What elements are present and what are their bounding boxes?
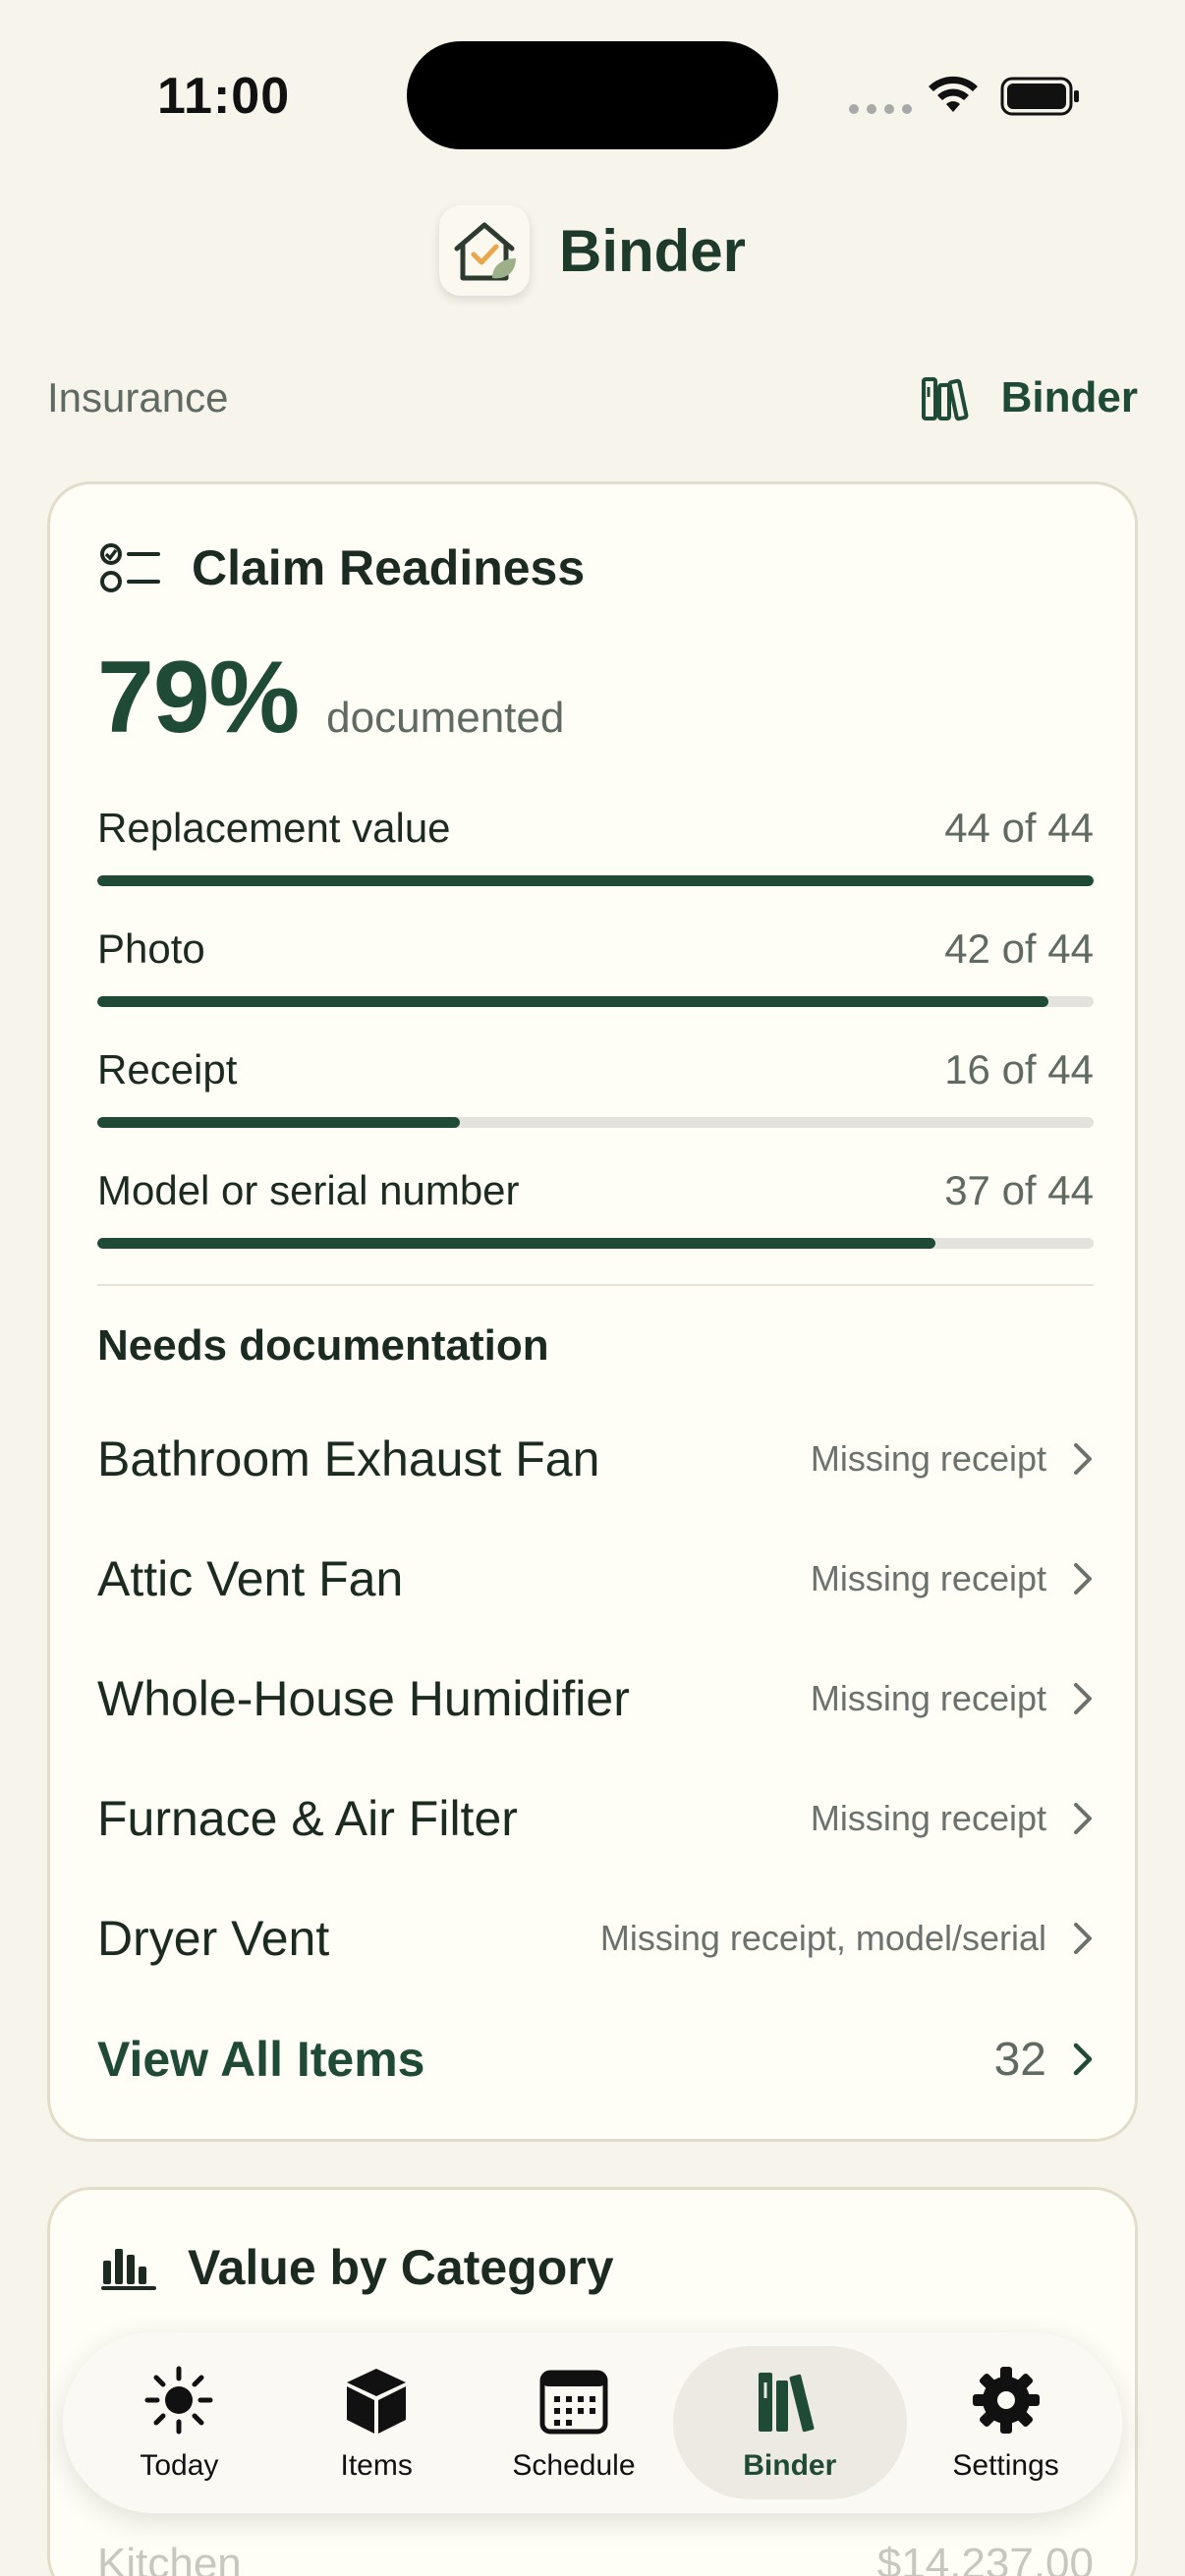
metric-label: Receipt [97,1046,238,1092]
app-title: Binder [558,217,747,284]
view-all-label: View All Items [97,2032,425,2087]
tab-label: Items [340,2449,413,2482]
item-note: Missing receipt [810,1438,1046,1479]
progress-bar [97,1238,1094,1249]
books-icon [921,377,969,421]
battery-icon [1000,77,1079,116]
chevron-right-icon [1074,1683,1092,1714]
metric-count: 16 of 44 [944,1046,1094,1092]
metric-receipt: Receipt 16 of 44 [97,1046,1094,1128]
percent-value: 79% [97,641,300,755]
chevron-right-icon [1074,1803,1092,1834]
tab-label: Binder [743,2449,837,2482]
metric-label: Photo [97,925,205,972]
cellular-dots-icon [849,104,912,114]
item-name: Whole-House Humidifier [97,1671,630,1726]
metric-label: Replacement value [97,805,451,851]
list-item-attic-vent-fan[interactable]: Attic Vent Fan Missing receipt [97,1540,1094,1618]
category-name: Kitchen [97,2540,242,2576]
progress-fill [97,1238,935,1249]
gear-icon [972,2367,1040,2434]
sun-icon [144,2366,213,2435]
item-note: Missing receipt, model/serial [599,1918,1046,1958]
tab-items[interactable]: Items [278,2346,475,2499]
item-name: Bathroom Exhaust Fan [97,1431,600,1486]
claim-readiness-card: Claim Readiness 79% documented Replaceme… [47,481,1138,2142]
app-header: Binder [0,196,1185,305]
progress-fill [97,1117,460,1128]
card-title: Value by Category [188,2240,614,2295]
item-note: Missing receipt [810,1558,1046,1598]
box-icon [347,2369,407,2434]
item-name: Dryer Vent [97,1911,330,1966]
binder-screen: 11:00 Binder Insurance Binder Claim Read… [0,0,1185,2576]
progress-bar [97,1117,1094,1128]
section-label: Insurance [47,374,229,420]
app-logo-icon [438,205,530,296]
calendar-icon [539,2370,608,2435]
chevron-right-icon [1073,2043,1093,2076]
tab-schedule[interactable]: Schedule [476,2346,672,2499]
books-icon [758,2373,815,2433]
progress-fill [97,996,1048,1007]
claim-readiness-header: Claim Readiness [99,539,585,596]
binder-link-button[interactable]: Binder [921,373,1138,422]
progress-bar [97,996,1094,1007]
list-item-furnace-air-filter[interactable]: Furnace & Air Filter Missing receipt [97,1779,1094,1858]
value-by-category-header: Value by Category [99,2239,614,2296]
card-title: Claim Readiness [192,540,586,595]
metric-model-serial: Model or serial number 37 of 44 [97,1167,1094,1249]
chevron-right-icon [1074,1923,1092,1954]
tab-settings[interactable]: Settings [908,2346,1104,2499]
metric-count: 42 of 44 [944,925,1094,972]
tab-label: Today [140,2449,219,2482]
dynamic-island [407,41,778,149]
metric-count: 44 of 44 [944,805,1094,851]
item-note: Missing receipt [810,1678,1046,1718]
binder-link-label: Binder [1000,373,1138,421]
tab-label: Settings [952,2449,1059,2482]
view-all-items-button[interactable]: View All Items 32 [97,2015,1094,2103]
item-name: Attic Vent Fan [97,1551,404,1606]
section-header: Insurance Binder [47,364,1138,432]
chevron-right-icon [1074,1443,1092,1475]
tab-bar: Today Items Schedule Binder Settings [63,2332,1122,2513]
status-bar: 11:00 [0,0,1185,196]
item-name: Furnace & Air Filter [97,1791,518,1846]
metric-replacement-value: Replacement value 44 of 44 [97,805,1094,886]
progress-fill [97,875,1094,886]
progress-bar [97,875,1094,886]
category-value: $14,237.00 [876,2540,1094,2576]
readiness-percent: 79% documented [97,640,564,756]
bar-chart-icon [101,2249,156,2290]
chevron-right-icon [1074,1563,1092,1595]
needs-documentation-heading: Needs documentation [97,1321,549,1370]
metric-photo: Photo 42 of 44 [97,925,1094,1007]
metric-count: 37 of 44 [944,1167,1094,1213]
list-item-dryer-vent[interactable]: Dryer Vent Missing receipt, model/serial [97,1899,1094,1978]
list-item-whole-house-humidifier[interactable]: Whole-House Humidifier Missing receipt [97,1659,1094,1738]
item-note: Missing receipt [810,1798,1046,1838]
percent-suffix: documented [326,694,565,742]
wifi-icon [929,76,978,112]
divider [97,1284,1094,1286]
tab-label: Schedule [512,2449,636,2482]
category-row-kitchen[interactable]: Kitchen $14,237.00 [97,2540,1094,2576]
tab-today[interactable]: Today [81,2346,277,2499]
tab-binder[interactable]: Binder [672,2346,907,2499]
status-time: 11:00 [157,68,291,125]
view-all-count: 32 [993,2033,1046,2086]
metric-label: Model or serial number [97,1167,520,1213]
list-item-bathroom-exhaust-fan[interactable]: Bathroom Exhaust Fan Missing receipt [97,1420,1094,1498]
checklist-icon [100,543,160,592]
